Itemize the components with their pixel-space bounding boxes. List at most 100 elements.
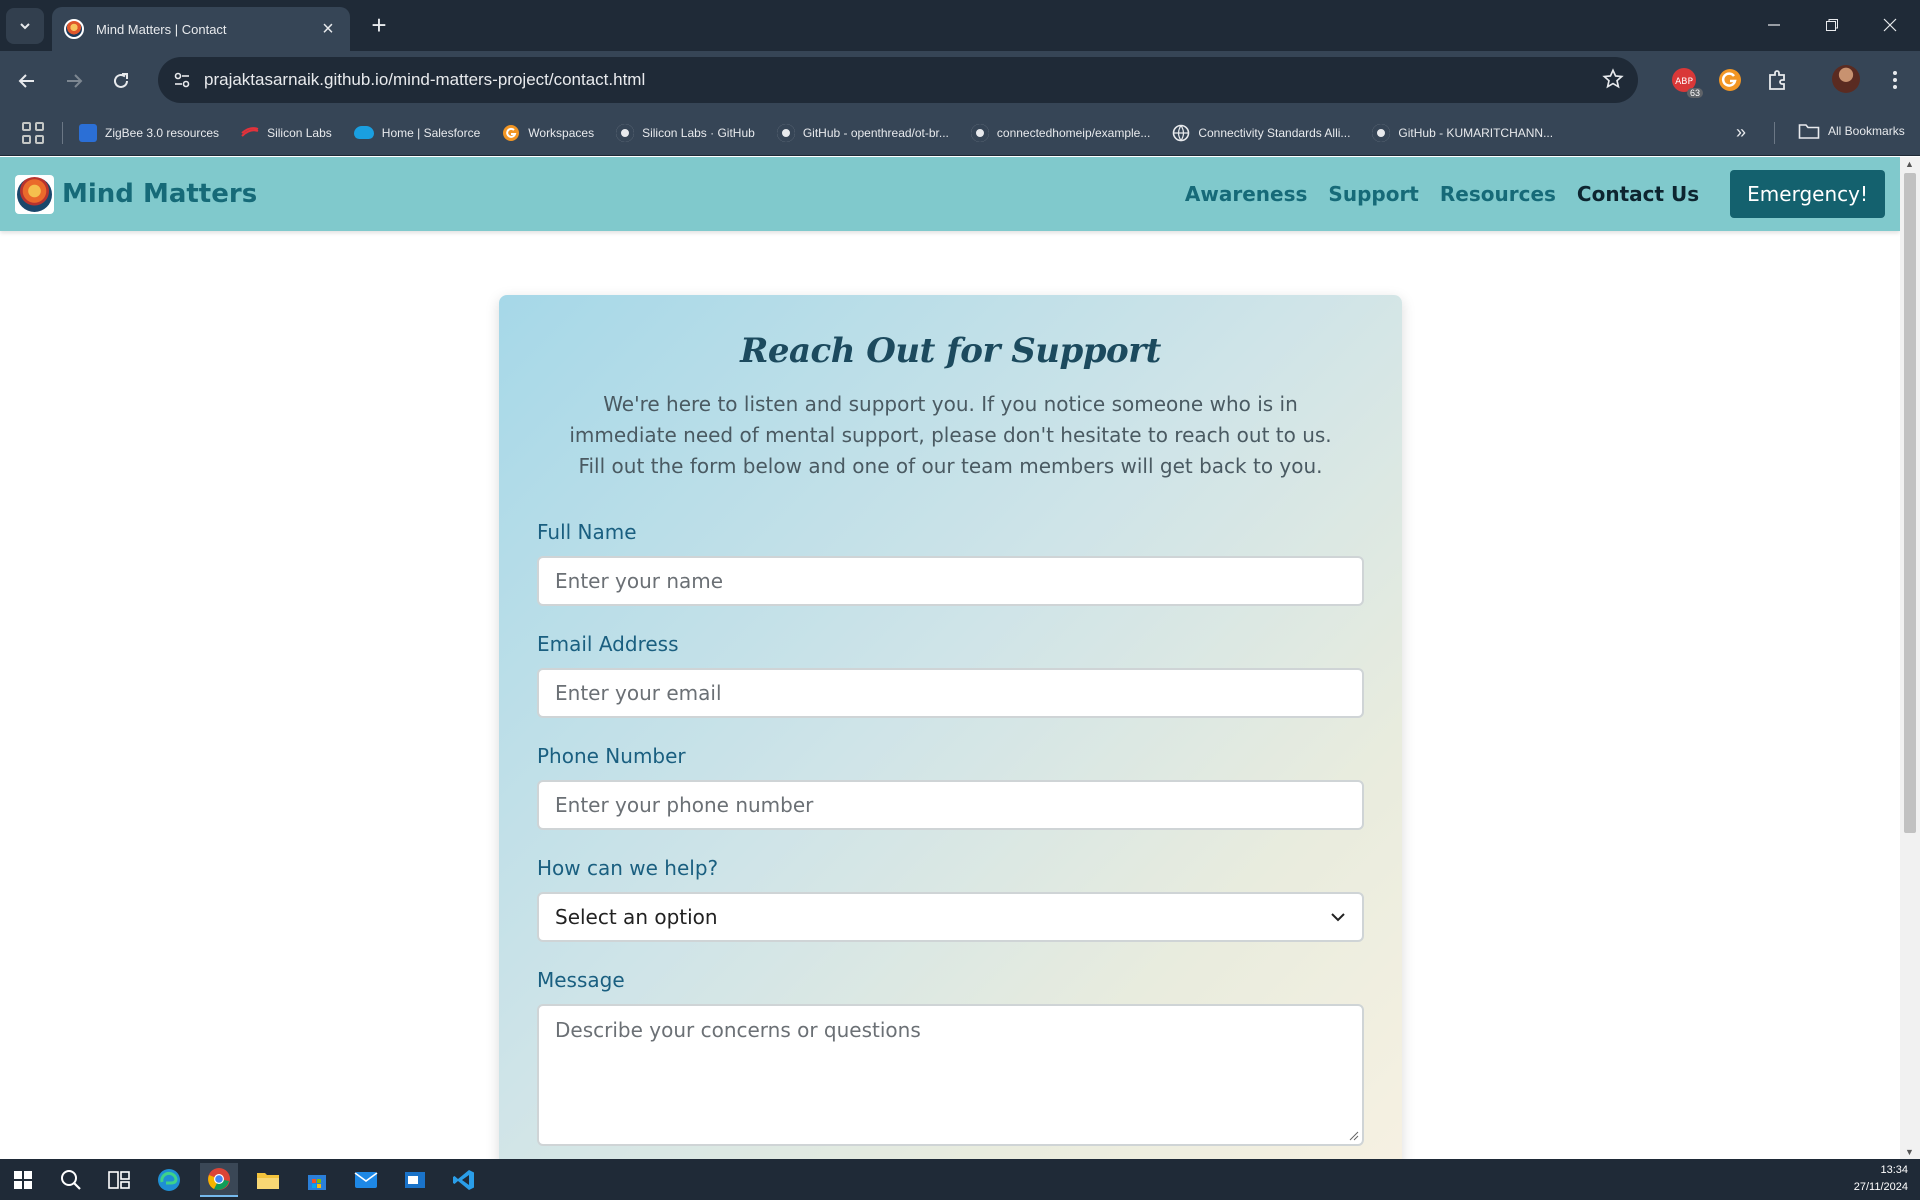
arrow-left-icon — [18, 74, 34, 88]
grammarly-extension-icon[interactable] — [1715, 65, 1745, 95]
chrome-icon[interactable] — [200, 1163, 238, 1197]
bookmarks-divider — [62, 121, 63, 144]
reload-button[interactable] — [104, 64, 138, 98]
bookmark-ot-br[interactable]: GitHub - openthread/ot-br... — [776, 123, 949, 142]
profile-avatar[interactable] — [1832, 65, 1860, 93]
form-intro: We're here to listen and support you. If… — [569, 392, 1332, 478]
phone-label: Phone Number — [537, 744, 686, 768]
bookmark-kumaritchann[interactable]: GitHub - KUMARITCHANN... — [1372, 123, 1554, 142]
nav-contact-us[interactable]: Contact Us — [1577, 182, 1699, 206]
mail-icon[interactable] — [347, 1163, 385, 1197]
svg-text:ABP: ABP — [1675, 77, 1693, 87]
nav-awareness[interactable]: Awareness — [1185, 182, 1308, 206]
url-text: prajaktasarnaik.github.io/mind-matters-p… — [204, 70, 646, 89]
silicon-labs-icon — [241, 124, 259, 142]
all-bookmarks-button[interactable]: All Bookmarks — [1798, 122, 1905, 140]
close-tab-icon[interactable]: × — [318, 19, 338, 39]
full-name-label: Full Name — [537, 520, 637, 544]
restore-button[interactable] — [1812, 10, 1852, 40]
more-bookmarks-icon[interactable]: » — [1736, 122, 1746, 143]
browser-menu-icon[interactable] — [1880, 65, 1910, 95]
extension-badge: 63 — [1686, 88, 1703, 98]
phone-input[interactable]: Enter your phone number — [537, 780, 1364, 830]
windows-taskbar: 13:34 27/11/2024 — [0, 1159, 1920, 1200]
search-icon[interactable] — [52, 1163, 90, 1197]
file-explorer-icon[interactable] — [249, 1163, 287, 1197]
chevron-down-icon — [1331, 913, 1345, 922]
resize-handle-icon[interactable] — [1349, 1131, 1359, 1141]
app-window-icon[interactable] — [396, 1163, 434, 1197]
site-favicon-icon — [64, 19, 84, 39]
bookmark-label: GitHub - KUMARITCHANN... — [1398, 125, 1554, 140]
windows-start-icon[interactable] — [4, 1163, 42, 1197]
bookmark-zigbee[interactable]: ZigBee 3.0 resources — [79, 123, 220, 142]
arrow-right-icon — [67, 74, 83, 88]
forward-button[interactable] — [57, 64, 91, 98]
tab-strip: Mind Matters | Contact × + — [0, 0, 1920, 51]
apps-grid-icon[interactable] — [22, 121, 44, 144]
edge-icon[interactable] — [150, 1163, 188, 1197]
bookmark-silicon-labs[interactable]: Silicon Labs — [241, 124, 332, 142]
bookmark-star-icon[interactable] — [1602, 68, 1624, 90]
scrollbar-thumb[interactable] — [1904, 173, 1916, 833]
email-label: Email Address — [537, 632, 679, 656]
page-scrollbar[interactable]: ▲ ▼ — [1900, 157, 1920, 1159]
nav-resources[interactable]: Resources — [1440, 182, 1556, 206]
emergency-button[interactable]: Emergency! — [1730, 170, 1885, 218]
new-tab-button[interactable]: + — [365, 12, 393, 40]
scroll-up-icon[interactable]: ▲ — [1905, 159, 1914, 169]
address-bar[interactable]: prajaktasarnaik.github.io/mind-matters-p… — [158, 57, 1638, 103]
restore-icon — [1826, 19, 1838, 31]
minimize-icon — [1768, 24, 1780, 26]
adblock-extension-icon[interactable]: ABP 63 — [1669, 65, 1703, 98]
back-button[interactable] — [10, 64, 44, 98]
system-clock[interactable]: 13:34 27/11/2024 — [1854, 1162, 1908, 1196]
message-placeholder: Describe your concerns or questions — [555, 1018, 921, 1042]
microsoft-store-icon[interactable] — [298, 1163, 336, 1197]
clock-date: 27/11/2024 — [1853, 1181, 1908, 1193]
full-name-input[interactable]: Enter your name — [537, 556, 1364, 606]
task-view-icon[interactable] — [100, 1163, 138, 1197]
main-nav: Awareness Support Resources Contact Us E… — [1164, 170, 1885, 218]
site-settings-icon[interactable] — [168, 66, 196, 94]
bookmark-workspaces[interactable]: Workspaces — [502, 124, 594, 142]
reload-icon — [114, 73, 128, 88]
vscode-icon[interactable] — [445, 1163, 483, 1197]
chevron-down-icon — [20, 23, 30, 30]
brand-name[interactable]: Mind Matters — [62, 179, 257, 209]
github-icon — [616, 123, 635, 142]
message-textarea[interactable]: Describe your concerns or questions — [537, 1004, 1364, 1146]
github-icon — [970, 123, 989, 142]
bookmark-csa[interactable]: Connectivity Standards Alli... — [1172, 124, 1350, 142]
full-name-placeholder: Enter your name — [555, 569, 724, 593]
nav-support[interactable]: Support — [1328, 182, 1418, 206]
email-placeholder: Enter your email — [555, 681, 722, 705]
bookmark-label: Home | Salesforce — [381, 125, 481, 140]
site-header: Mind Matters Awareness Support Resources… — [0, 157, 1900, 231]
close-window-button[interactable] — [1870, 10, 1910, 40]
brand-logo[interactable] — [15, 174, 54, 214]
tab-search-button[interactable] — [6, 8, 44, 44]
zigbee-icon — [79, 123, 97, 142]
form-title: Reach Out for Support — [740, 331, 1161, 371]
folder-icon — [1798, 124, 1820, 139]
bookmark-label: ZigBee 3.0 resources — [105, 125, 220, 140]
bookmark-label: Silicon Labs · GitHub — [642, 125, 755, 140]
email-input[interactable]: Enter your email — [537, 668, 1364, 718]
bookmark-connectedhomeip[interactable]: connectedhomeip/example... — [970, 123, 1150, 142]
scroll-down-icon[interactable]: ▼ — [1905, 1147, 1914, 1157]
github-icon — [776, 123, 795, 142]
github-icon — [1372, 123, 1391, 142]
browser-tab[interactable]: Mind Matters | Contact × — [52, 7, 350, 51]
bookmark-silicon-labs-github[interactable]: Silicon Labs · GitHub — [616, 123, 755, 142]
salesforce-icon — [353, 126, 374, 139]
help-select[interactable]: Select an option — [537, 892, 1364, 942]
bookmark-salesforce[interactable]: Home | Salesforce — [353, 125, 481, 140]
bookmarks-bar: ZigBee 3.0 resources Silicon Labs Home |… — [0, 110, 1920, 156]
help-label: How can we help? — [537, 856, 719, 880]
minimize-button[interactable] — [1754, 10, 1794, 40]
bookmark-label: Silicon Labs — [267, 125, 332, 140]
tab-title: Mind Matters | Contact — [96, 21, 227, 37]
page-viewport: Mind Matters Awareness Support Resources… — [0, 157, 1900, 1159]
extensions-puzzle-icon[interactable] — [1762, 65, 1792, 95]
